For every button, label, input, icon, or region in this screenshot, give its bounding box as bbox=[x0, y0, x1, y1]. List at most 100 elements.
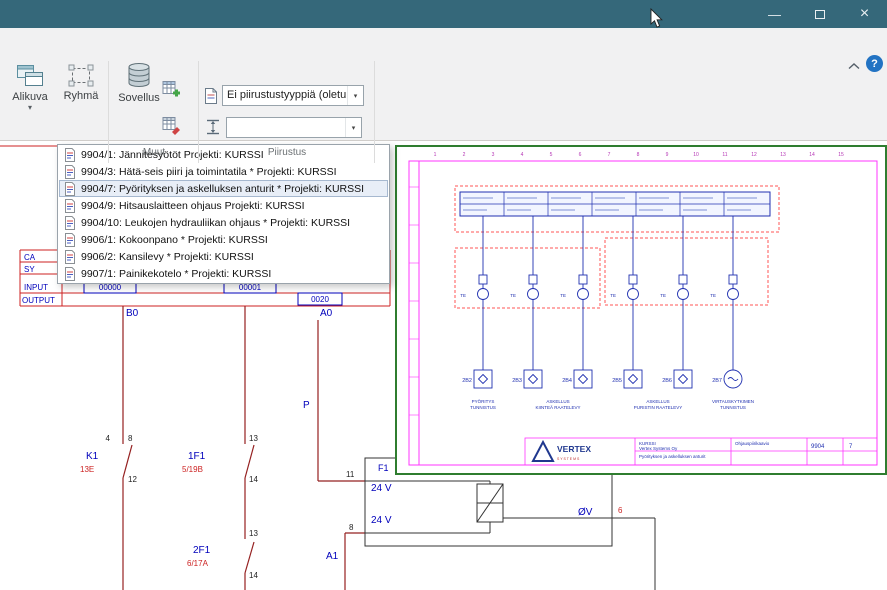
list-item[interactable]: 9907/1: Painikekotelo * Projekti: KURSSI bbox=[59, 265, 388, 282]
sensor-caption: TUNNISTUS bbox=[470, 405, 496, 410]
maximize-button[interactable] bbox=[797, 0, 842, 28]
preview-sheet: 1 2 3 4 5 6 7 8 9 10 11 12 13 14 15 bbox=[397, 147, 885, 473]
height-arrows-icon bbox=[205, 118, 221, 136]
list-item-label: 9906/1: Kokoonpano * Projekti: KURSSI bbox=[81, 234, 268, 246]
sensor-caption: PYÖRITYS bbox=[472, 398, 495, 404]
sensor-id: 2B3 bbox=[512, 378, 522, 384]
output-value: 0020 bbox=[311, 295, 329, 304]
sensor-id: 2B6 bbox=[662, 378, 672, 384]
alikuva-label: Alikuva bbox=[12, 91, 47, 103]
ribbon: Alikuva ▾ Ryhmä Sovellus bbox=[0, 28, 887, 141]
component-ref-f1: F1 bbox=[378, 463, 389, 473]
help-button[interactable]: ? bbox=[866, 55, 883, 72]
drawing-page-icon bbox=[64, 267, 76, 281]
component-ref-k1: K1 bbox=[86, 451, 99, 462]
drawing-page-icon bbox=[64, 216, 76, 230]
ruler-number: 10 bbox=[693, 152, 699, 158]
ribbon-separator bbox=[374, 61, 375, 163]
sensor-caption: ASKELLUS bbox=[546, 399, 569, 404]
net-label-b0: B0 bbox=[126, 308, 139, 319]
list-item-selected[interactable]: 9904/7: Pyörityksen ja askelluksen antur… bbox=[59, 180, 388, 197]
list-item[interactable]: 9904/3: Hätä-seis piiri ja toimintatila … bbox=[59, 163, 388, 180]
minimize-button[interactable]: — bbox=[752, 0, 797, 28]
chevron-up-icon bbox=[847, 62, 861, 71]
drawing-preview[interactable]: 1 2 3 4 5 6 7 8 9 10 11 12 13 14 15 bbox=[395, 145, 887, 475]
component-ref-1f1: 1F1 bbox=[188, 451, 206, 462]
ruler-number: 11 bbox=[722, 152, 727, 158]
pin-number: 8 bbox=[128, 434, 133, 443]
table-edit-button[interactable] bbox=[162, 116, 181, 135]
pin-number: 14 bbox=[249, 571, 258, 580]
list-item-label: 9906/2: Kansilevy * Projekti: KURSSI bbox=[81, 251, 254, 263]
ruler-number: 3 bbox=[492, 152, 495, 158]
drawing-page-icon bbox=[64, 165, 76, 179]
net-label-a0: A0 bbox=[320, 308, 333, 319]
titlebar[interactable]: — × bbox=[0, 0, 887, 28]
sensor-id: 2B2 bbox=[462, 378, 472, 384]
sovellus-button[interactable]: Sovellus bbox=[114, 62, 164, 104]
ruler-number: 12 bbox=[751, 152, 757, 158]
sensor-id: 2B7 bbox=[712, 378, 722, 384]
drawing-page-icon bbox=[64, 250, 76, 264]
output-label: OUTPUT bbox=[22, 296, 55, 305]
group-label-piirustus: Piirustus bbox=[202, 147, 372, 158]
table-add-button[interactable] bbox=[162, 80, 181, 99]
list-item[interactable]: 9906/1: Kokoonpano * Projekti: KURSSI bbox=[59, 231, 388, 248]
list-item-label: 9904/7: Pyörityksen ja askelluksen antur… bbox=[81, 183, 364, 195]
alikuva-button[interactable]: Alikuva ▾ bbox=[6, 63, 54, 111]
relay-label: TE bbox=[710, 293, 716, 298]
database-icon bbox=[126, 62, 152, 90]
pin-number: 6 bbox=[618, 506, 623, 515]
scale-combo[interactable]: ▾ bbox=[226, 117, 362, 138]
relay-label: TE bbox=[510, 293, 516, 298]
pin-number: 13 bbox=[249, 434, 258, 443]
pin-number: 12 bbox=[128, 475, 137, 484]
ruler-number: 15 bbox=[838, 152, 844, 158]
psu-box bbox=[365, 458, 655, 590]
titleblock-drawing-title: Pyörityksen ja askelluksen anturit bbox=[639, 454, 706, 459]
ryhma-button[interactable]: Ryhmä bbox=[58, 64, 104, 102]
list-item[interactable]: 9906/2: Kansilevy * Projekti: KURSSI bbox=[59, 248, 388, 265]
relay-label: TE bbox=[610, 293, 616, 298]
relay-label: TE bbox=[660, 293, 666, 298]
psu-0v: ØV bbox=[578, 507, 593, 518]
collapse-ribbon-button[interactable] bbox=[845, 59, 863, 73]
ruler-number: 2 bbox=[463, 152, 466, 158]
vertex-logo-text: VERTEX bbox=[557, 444, 591, 454]
input-label: INPUT bbox=[24, 283, 48, 292]
sensor-id: 2B4 bbox=[562, 378, 572, 384]
xref-1f1: 5/19B bbox=[182, 465, 203, 474]
ruler-number: 14 bbox=[809, 152, 815, 158]
vertex-logo-triangle bbox=[533, 442, 553, 461]
mouse-cursor bbox=[650, 8, 665, 29]
sensor-id: 2B5 bbox=[612, 378, 622, 384]
titleblock-company: Vertex Systems Oy bbox=[639, 446, 678, 451]
pin-number: 11 bbox=[346, 470, 355, 479]
drawing-page-icon bbox=[64, 199, 76, 213]
scale-value bbox=[227, 118, 345, 137]
ruler-number: 9 bbox=[666, 152, 669, 158]
chevron-down-icon[interactable]: ▾ bbox=[345, 118, 361, 137]
drawing-type-combo[interactable]: Ei piirustustyyppiä (oletu ▾ bbox=[222, 85, 364, 106]
input-value-1: 00000 bbox=[99, 283, 122, 292]
table-add-icon bbox=[162, 80, 181, 99]
chevron-down-icon[interactable]: ▾ bbox=[347, 86, 363, 105]
scale-icon-button[interactable] bbox=[205, 118, 221, 136]
sensor-caption: ASKELLUS bbox=[646, 399, 669, 404]
group-selection-icon bbox=[68, 64, 94, 88]
drawing-type-icon-button[interactable] bbox=[203, 87, 219, 105]
sensor-caption: TUNNISTUS bbox=[720, 405, 746, 410]
drawing-page-icon bbox=[64, 182, 76, 196]
relay-label: TE bbox=[560, 293, 566, 298]
list-item[interactable]: 9904/10: Leukojen hydrauliikan ohjaus * … bbox=[59, 214, 388, 231]
list-item-label: 9904/3: Hätä-seis piiri ja toimintatila … bbox=[81, 166, 337, 178]
list-item[interactable]: 9904/9: Hitsauslaitteen ohjaus Projekti:… bbox=[59, 197, 388, 214]
pin-number: 14 bbox=[249, 475, 258, 484]
psu-24v-in: 24 V bbox=[371, 483, 392, 494]
ruler-number: 5 bbox=[550, 152, 553, 158]
list-item-label: 9904/10: Leukojen hydrauliikan ohjaus * … bbox=[81, 217, 350, 229]
titleblock-sheet-number: 7 bbox=[849, 444, 853, 450]
input-value-2: 00001 bbox=[239, 283, 262, 292]
close-button[interactable]: × bbox=[842, 0, 887, 28]
sensor-caption: PURISTIN RAATELEVY bbox=[634, 405, 682, 410]
